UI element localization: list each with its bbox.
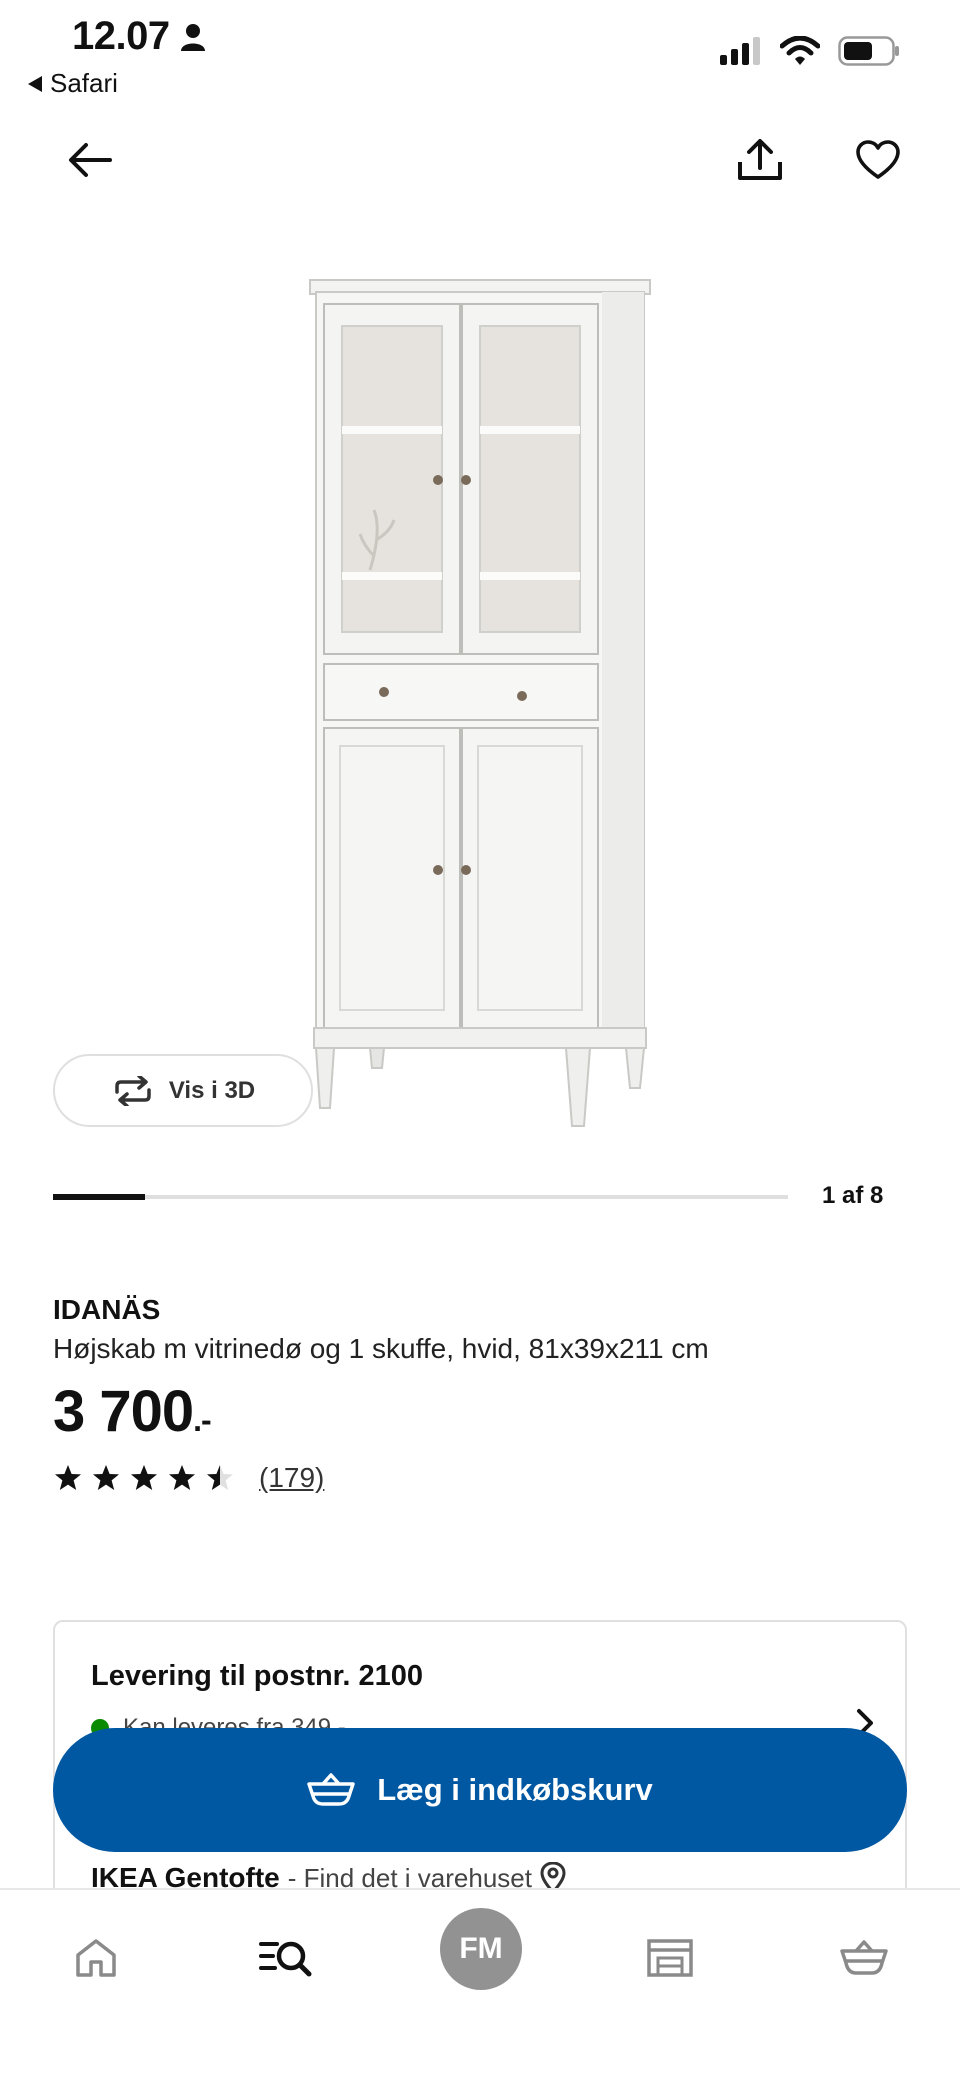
product-description: Højskab m vitrinedø og 1 skuffe, hvid, 8… [53,1333,709,1364]
star-icon [93,1465,119,1490]
favorite-button[interactable] [846,128,910,192]
store-icon [647,1939,693,1977]
view-in-3d-label: Vis i 3D [168,1076,256,1104]
back-app-label: Safari [50,68,118,98]
basket-icon [307,1773,355,1806]
nav-search[interactable] [246,1918,326,1998]
product-price: 3 700.- [53,1378,212,1445]
gallery-position: 1 af 8 [822,1182,884,1209]
cart-basket-icon [840,1940,888,1975]
heart-icon [856,140,900,179]
product-rating[interactable]: (179) [53,1462,324,1494]
status-time: 12.07 [72,14,206,59]
star-icon [131,1465,157,1490]
product-brand: IDANÄS [53,1294,161,1325]
gallery-progress-fill [53,1194,145,1200]
share-button[interactable] [728,128,792,192]
nav-cart[interactable] [824,1918,904,1998]
review-count-link[interactable]: (179) [259,1462,324,1494]
delivery-title: Levering til postnr. 2100 [91,1660,423,1692]
share-icon [738,139,782,180]
wifi-icon [780,36,820,65]
add-to-cart-button[interactable]: Læg i indkøbskurv [53,1728,907,1852]
product-image[interactable] [290,270,670,1130]
person-icon [180,23,205,51]
battery-icon [838,36,899,66]
clock: 12.07 [72,14,170,58]
rotate-3d-icon [115,1075,151,1106]
star-icon [55,1465,81,1490]
back-triangle-icon [28,75,42,92]
star-icon [207,1465,233,1490]
add-to-cart-label: Læg i indkøbskurv [377,1772,653,1807]
signal-icon [720,37,760,65]
cabinet-illustration [309,279,651,1127]
status-indicators [720,36,900,66]
gallery-progress-track [53,1194,788,1200]
price-suffix: .- [193,1402,212,1438]
price-value: 3 700 [53,1379,194,1444]
arrow-left-icon [69,143,112,177]
back-to-safari[interactable]: Safari [28,68,118,99]
nav-home[interactable] [56,1918,136,1998]
rating-stars [53,1464,235,1492]
star-icon [169,1465,195,1490]
nav-profile-avatar[interactable]: FM [440,1908,522,1990]
back-button[interactable] [58,128,122,192]
home-icon [76,1939,116,1977]
nav-stores[interactable] [630,1918,710,1998]
search-menu-icon [259,1941,312,1977]
bottom-nav: FM [0,1888,960,2077]
view-in-3d-button[interactable]: Vis i 3D [53,1054,313,1127]
